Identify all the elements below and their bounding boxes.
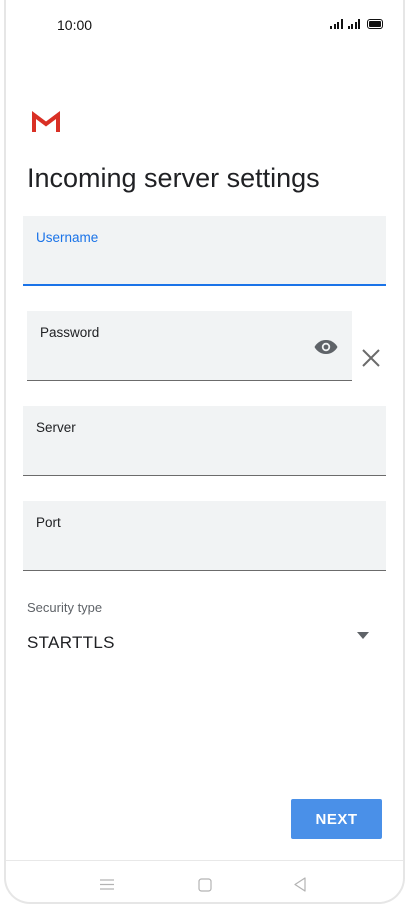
page-title: Incoming server settings <box>27 163 320 193</box>
menu-icon[interactable] <box>100 879 114 890</box>
port-label: Port <box>36 515 61 530</box>
arrow-drop-down-icon[interactable] <box>357 632 369 639</box>
server-field[interactable]: Server <box>23 406 386 476</box>
next-button[interactable]: NEXT <box>291 799 382 839</box>
password-field[interactable]: Password <box>27 311 352 381</box>
status-icons <box>330 19 383 29</box>
close-icon[interactable] <box>361 348 381 368</box>
home-icon[interactable] <box>198 878 212 892</box>
security-type-label: Security type <box>27 600 103 615</box>
username-field[interactable]: Username <box>23 216 386 286</box>
nav-divider <box>6 860 403 861</box>
signal-icon <box>347 19 360 29</box>
password-input[interactable] <box>40 357 268 374</box>
nav-bar <box>0 866 409 904</box>
username-label: Username <box>36 230 99 245</box>
server-label: Server <box>36 420 76 435</box>
username-input[interactable] <box>36 261 327 278</box>
security-type-select[interactable]: STARTTLS <box>27 633 115 653</box>
server-input[interactable] <box>36 452 327 469</box>
status-time: 10:00 <box>57 17 93 33</box>
gmail-icon <box>32 111 60 132</box>
port-input[interactable] <box>36 547 327 564</box>
battery-icon <box>367 19 383 29</box>
password-label: Password <box>40 325 100 340</box>
eye-icon[interactable] <box>314 339 338 355</box>
back-icon[interactable] <box>293 877 307 892</box>
status-bar: 10:00 <box>0 0 409 52</box>
signal-icon <box>330 19 343 29</box>
port-field[interactable]: Port <box>23 501 386 571</box>
